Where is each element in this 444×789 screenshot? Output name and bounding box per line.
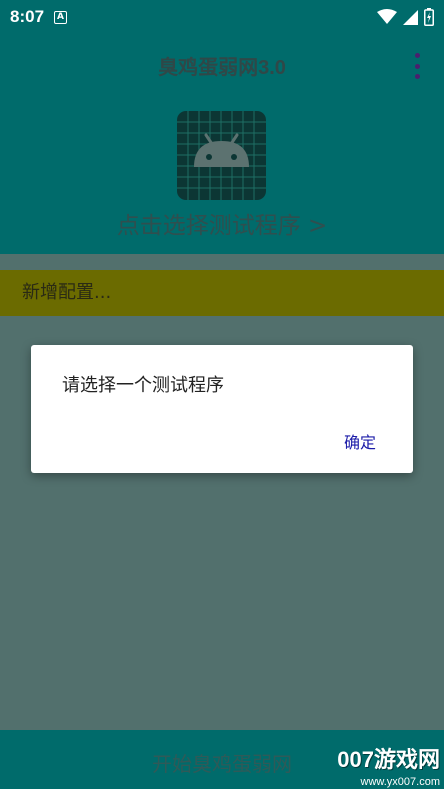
watermark-url: www.yx007.com [360,776,440,788]
watermark-logo: 007游戏网 www.yx007.com [337,742,440,788]
overflow-menu-icon[interactable] [410,53,424,79]
divider [0,254,444,270]
select-program-link[interactable]: 点击选择测试程序 > [0,206,444,240]
battery-icon [424,8,434,26]
dialog-message: 请选择一个测试程序 [62,375,224,396]
program-selector-area[interactable]: 点击选择测试程序 > [0,96,444,254]
android-icon[interactable] [177,111,266,200]
watermark-text: 007游戏网 [337,747,440,772]
app-title: 臭鸡蛋弱网3.0 [158,57,286,79]
alert-dialog: 请选择一个测试程序 确定 [31,345,413,473]
menu-dot [414,53,420,58]
menu-dot [414,63,420,69]
bottom-bar: 开始臭鸡蛋弱网 007游戏网 www.yx007.com [0,730,444,789]
wifi-icon [377,9,397,24]
app-bar: 臭鸡蛋弱网3.0 [0,34,444,96]
menu-dot [414,74,420,79]
screen: 8:07 A 臭鸡蛋弱网3.0 点击选择测试程序 > 新增配置... 请选择一个… [0,0,444,789]
notification-icon: A [54,10,68,24]
status-icons [377,8,434,26]
cellular-signal-icon [403,9,418,25]
new-config-item[interactable]: 新增配置... [0,270,444,316]
confirm-button[interactable]: 确定 [344,429,376,453]
status-bar: 8:07 A [0,0,444,34]
status-time: 8:07 [10,7,45,26]
